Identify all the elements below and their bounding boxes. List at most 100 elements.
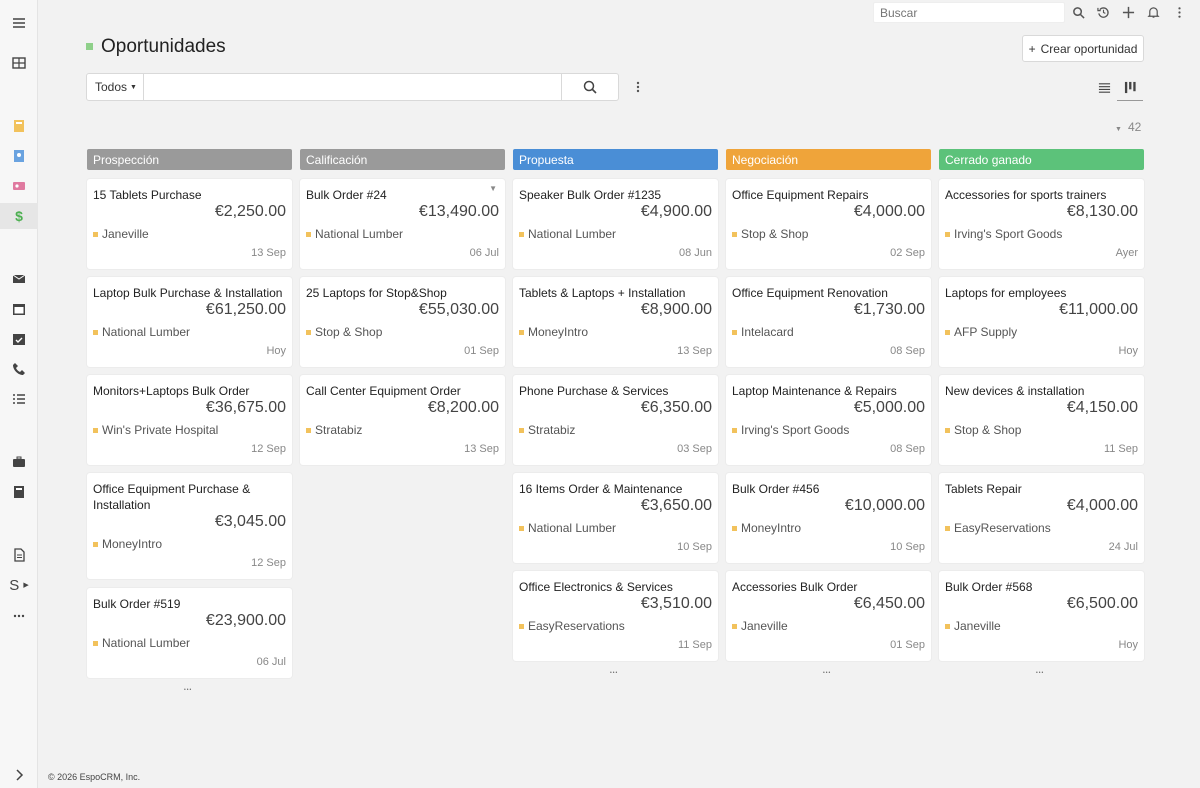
dollar-icon[interactable]: $ [0, 203, 38, 229]
opportunity-card[interactable]: Office Equipment Purchase & Installation… [87, 473, 292, 579]
opportunity-name[interactable]: Call Center Equipment Order [306, 383, 497, 399]
account-name[interactable]: Stop & Shop [954, 423, 1021, 437]
opportunity-account[interactable]: Stop & Shop [945, 423, 1021, 437]
opportunity-name[interactable]: Accessories for sports trainers [945, 187, 1136, 203]
opportunity-account[interactable]: Irving's Sport Goods [732, 423, 849, 437]
opportunity-account[interactable]: Stratabiz [519, 423, 575, 437]
account-name[interactable]: EasyReservations [954, 521, 1051, 535]
account-name[interactable]: Stop & Shop [315, 325, 382, 339]
account-name[interactable]: National Lumber [528, 227, 616, 241]
search-icon[interactable] [1070, 4, 1086, 20]
opportunity-card[interactable]: Laptop Maintenance & Repairs €5,000.00 Irv… [726, 375, 931, 465]
opportunity-name[interactable]: Bulk Order #24 [306, 187, 497, 203]
account-name[interactable]: MoneyIntro [528, 325, 588, 339]
calendar-check-icon[interactable] [0, 326, 38, 352]
opportunity-account[interactable]: Janeville [732, 619, 788, 633]
tasks-icon[interactable] [0, 386, 38, 412]
account-name[interactable]: National Lumber [315, 227, 403, 241]
opportunity-card[interactable]: Bulk Order #24 €13,490.00 National Lumber 0… [300, 179, 505, 269]
opportunity-name[interactable]: New devices & installation [945, 383, 1136, 399]
opportunity-account[interactable]: National Lumber [519, 227, 616, 241]
opportunity-account[interactable]: MoneyIntro [93, 537, 162, 551]
opportunity-name[interactable]: Office Equipment Renovation [732, 285, 923, 301]
opportunity-name[interactable]: Accessories Bulk Order [732, 579, 923, 595]
briefcase-icon[interactable] [0, 449, 38, 475]
opportunity-account[interactable]: AFP Supply [945, 325, 1017, 339]
show-more-icon[interactable]: ••• [823, 670, 831, 676]
opportunity-name[interactable]: 15 Tablets Purchase [93, 187, 284, 203]
opportunity-name[interactable]: Office Equipment Repairs [732, 187, 923, 203]
menu-icon[interactable] [0, 10, 38, 36]
filter-text-input[interactable] [144, 74, 562, 100]
account-name[interactable]: National Lumber [102, 636, 190, 650]
total-count[interactable]: ▼ 42 [1115, 120, 1141, 134]
s-icon[interactable]: S ▶ [0, 572, 38, 598]
history-icon[interactable] [1095, 4, 1111, 20]
opportunity-account[interactable]: National Lumber [306, 227, 403, 241]
opportunity-card[interactable]: Office Equipment Renovation €1,730.00 Inte… [726, 277, 931, 367]
opportunity-account[interactable]: Janeville [93, 227, 149, 241]
opportunity-card[interactable]: Accessories Bulk Order €6,450.00 Janeville… [726, 571, 931, 661]
account-name[interactable]: Janeville [102, 227, 149, 241]
opportunity-card[interactable]: Tablets & Laptops + Installation €8,900.0… [513, 277, 718, 367]
kanban-view-button[interactable] [1117, 75, 1143, 101]
opportunity-card[interactable]: Laptops for employees €11,000.00 AFP Suppl… [939, 277, 1144, 367]
opportunity-name[interactable]: Tablets Repair [945, 481, 1136, 497]
mail-icon[interactable] [0, 266, 38, 292]
opportunity-account[interactable]: National Lumber [93, 325, 190, 339]
opportunity-card[interactable]: Call Center Equipment Order €8,200.00 Stra… [300, 375, 505, 465]
opportunity-account[interactable]: EasyReservations [945, 521, 1051, 535]
opportunity-name[interactable]: Office Equipment Purchase & Installation [93, 481, 284, 513]
opportunity-name[interactable]: Monitors+Laptops Bulk Order [93, 383, 284, 399]
plus-icon[interactable] [1120, 4, 1136, 20]
opportunity-account[interactable]: Win's Private Hospital [93, 423, 218, 437]
account-name[interactable]: Stop & Shop [741, 227, 808, 241]
account-name[interactable]: Janeville [741, 619, 788, 633]
phone-icon[interactable] [0, 356, 38, 382]
opportunity-card[interactable]: 16 Items Order & Maintenance €3,650.00 Nat… [513, 473, 718, 563]
account-name[interactable]: EasyReservations [528, 619, 625, 633]
opportunity-card[interactable]: Speaker Bulk Order #1235 €4,900.00 Nationa… [513, 179, 718, 269]
filter-search-button[interactable] [561, 74, 618, 100]
opportunity-card[interactable]: 25 Laptops for Stop&Shop €55,030.00 Stop &… [300, 277, 505, 367]
opportunity-account[interactable]: MoneyIntro [519, 325, 588, 339]
document-icon[interactable] [0, 542, 38, 568]
account-name[interactable]: Win's Private Hospital [102, 423, 218, 437]
opportunity-card[interactable]: New devices & installation €4,150.00 Stop … [939, 375, 1144, 465]
opportunity-card[interactable]: Bulk Order #519 €23,900.00 National Lumber… [87, 588, 292, 678]
bookmark-icon[interactable] [0, 113, 38, 139]
opportunity-name[interactable]: Bulk Order #568 [945, 579, 1136, 595]
account-name[interactable]: Irving's Sport Goods [954, 227, 1062, 241]
opportunity-name[interactable]: 16 Items Order & Maintenance [519, 481, 710, 497]
opportunity-name[interactable]: Office Electronics & Services [519, 579, 710, 595]
opportunity-card[interactable]: Bulk Order #456 €10,000.00 MoneyIntro 10 Se… [726, 473, 931, 563]
opportunity-account[interactable]: MoneyIntro [732, 521, 801, 535]
opportunity-name[interactable]: Bulk Order #519 [93, 596, 284, 612]
account-name[interactable]: AFP Supply [954, 325, 1017, 339]
opportunity-card[interactable]: Accessories for sports trainers €8,130.00… [939, 179, 1144, 269]
id-card-icon[interactable] [0, 173, 38, 199]
show-more-icon[interactable]: ••• [184, 687, 192, 693]
opportunity-account[interactable]: National Lumber [93, 636, 190, 650]
opportunity-account[interactable]: National Lumber [519, 521, 616, 535]
account-name[interactable]: National Lumber [528, 521, 616, 535]
account-name[interactable]: National Lumber [102, 325, 190, 339]
contact-book-icon[interactable] [0, 143, 38, 169]
list-view-button[interactable] [1091, 75, 1117, 101]
opportunity-name[interactable]: Speaker Bulk Order #1235 [519, 187, 710, 203]
opportunity-account[interactable]: Janeville [945, 619, 1001, 633]
calendar-icon[interactable] [0, 296, 38, 322]
opportunity-card[interactable]: Office Electronics & Services €3,510.00 Ea… [513, 571, 718, 661]
opportunity-card[interactable]: Tablets Repair €4,000.00 EasyReservations 2… [939, 473, 1144, 563]
opportunity-account[interactable]: Irving's Sport Goods [945, 227, 1062, 241]
opportunity-name[interactable]: Laptop Bulk Purchase & Installation [93, 285, 284, 301]
filter-dropdown[interactable]: Todos ▼ [87, 74, 144, 100]
opportunity-name[interactable]: Laptop Maintenance & Repairs [732, 383, 923, 399]
opportunity-account[interactable]: Stratabiz [306, 423, 362, 437]
account-name[interactable]: Stratabiz [315, 423, 362, 437]
account-name[interactable]: Stratabiz [528, 423, 575, 437]
bell-icon[interactable] [1145, 4, 1161, 20]
opportunity-name[interactable]: Laptops for employees [945, 285, 1136, 301]
opportunity-card[interactable]: Laptop Bulk Purchase & Installation €61,2… [87, 277, 292, 367]
opportunity-name[interactable]: Tablets & Laptops + Installation [519, 285, 710, 301]
